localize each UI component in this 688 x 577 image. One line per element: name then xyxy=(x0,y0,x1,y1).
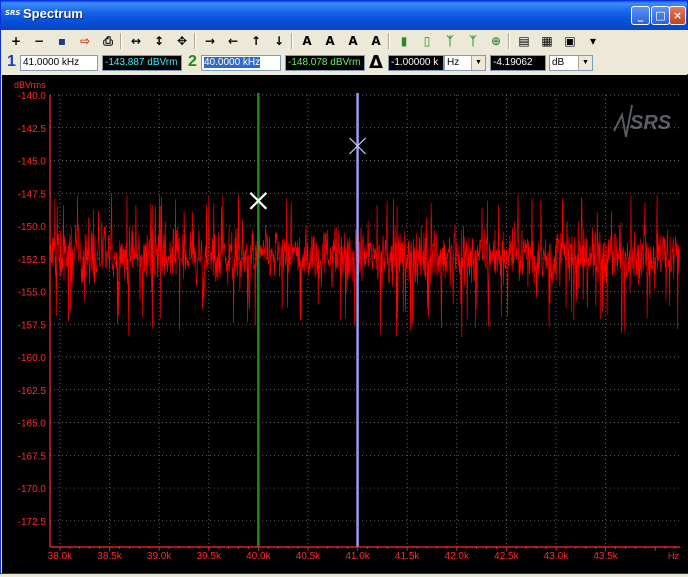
print-icon[interactable]: ⎙ xyxy=(98,32,118,50)
save-icon[interactable]: ▪ xyxy=(52,32,72,50)
y-axis-label: dBVrms xyxy=(14,80,46,90)
srs-watermark-text: SRS xyxy=(630,112,672,134)
x-tick-label: 39.0k xyxy=(147,551,172,562)
toolbar-separator xyxy=(120,33,122,49)
window-title: Spectrum xyxy=(23,6,83,21)
srs-app-icon: SRS xyxy=(5,9,21,17)
fit-all-icon[interactable]: ✥ xyxy=(172,32,192,50)
bar-chart-icon[interactable]: ▮ xyxy=(394,32,414,50)
cursor-readout-bar: 1 41.0000 kHz -143.887 dBVrm 2 40.0000 k… xyxy=(2,52,688,74)
y-tick-label: -157.5 xyxy=(18,320,47,331)
cursor1-number: 1 xyxy=(7,53,16,70)
zoom-in-tool[interactable]: + xyxy=(6,32,26,50)
marker-right-icon[interactable]: ᛉ xyxy=(463,32,483,50)
spectrum-plot[interactable]: 38.0k 38.5k 39.0k 39.5k 40.0k 40.5k 41.0k 41.5k… xyxy=(2,75,688,573)
spectrum-window: SRS Spectrum _ □ × + − ▪ ⇨ ⎙ ↔ ↕ ✥ → ← ↑ ↓ A A A A ▮ ▯ ᛉ ᛉ ⊕… xyxy=(0,0,688,574)
y-tick-label: -172.5 xyxy=(18,517,47,528)
pan-left-icon[interactable]: ← xyxy=(223,32,243,50)
more-dropdown-icon[interactable]: ▾ xyxy=(583,32,603,50)
title-bar[interactable]: SRS Spectrum _ □ × xyxy=(1,1,687,30)
cursor2-frequency-text: 40.0000 kHz xyxy=(204,57,261,68)
copy-icon[interactable]: ▤ xyxy=(514,32,534,50)
x-tick-label: 41.5k xyxy=(395,551,420,562)
x-tick-label: 40.0k xyxy=(246,551,271,562)
table-icon[interactable]: ▦ xyxy=(537,32,557,50)
delta-frequency-unit-select[interactable]: Hz ▼ xyxy=(444,55,486,71)
y-tick-label: -150.0 xyxy=(18,222,47,233)
cursor1-level-readout: -143.887 dBVrm xyxy=(102,55,182,71)
x-tick-label: 38.5k xyxy=(97,551,122,562)
pan-right-icon[interactable]: → xyxy=(200,32,220,50)
maximize-button[interactable]: □ xyxy=(651,6,670,25)
plot-grid xyxy=(50,94,680,547)
export-icon[interactable]: ⇨ xyxy=(75,32,95,50)
fit-vertical-icon[interactable]: ↕ xyxy=(149,32,169,50)
peak-a-icon[interactable]: A xyxy=(343,32,363,50)
y-tick-label: -167.5 xyxy=(18,451,47,462)
y-tick-label: -152.5 xyxy=(18,255,47,266)
y-tick-label: -145.0 xyxy=(18,157,47,168)
srs-watermark: SRS xyxy=(613,104,672,138)
spectrum-trace xyxy=(49,193,681,338)
plot-axes xyxy=(49,95,680,551)
cursor2-number: 2 xyxy=(188,53,197,70)
x-tick-label: 40.5k xyxy=(296,551,321,562)
delta-frequency-unit: Hz xyxy=(447,57,460,68)
cursor2-level-readout: -148.078 dBVrm xyxy=(285,55,365,71)
y-tick-label: -162.5 xyxy=(18,386,47,397)
pan-down-icon[interactable]: ↓ xyxy=(269,32,289,50)
x-tick-label: 38.0k xyxy=(48,551,73,562)
y-tick-label: -170.0 xyxy=(18,484,47,495)
x-tick-label: 42.0k xyxy=(445,551,470,562)
y-tick-label: -142.5 xyxy=(18,124,47,135)
delta-symbol: Δ xyxy=(369,52,383,73)
minimize-button[interactable]: _ xyxy=(631,6,650,25)
zoom-out-tool[interactable]: − xyxy=(29,32,49,50)
cursor-b-icon[interactable]: A xyxy=(320,32,340,50)
x-tick-label: 42.5k xyxy=(494,551,519,562)
delta-frequency-readout: -1.00000 k xyxy=(388,55,444,71)
toolbar-separator xyxy=(388,33,390,49)
toolbar-separator xyxy=(194,33,196,49)
y-tick-label: -160.0 xyxy=(18,353,47,364)
tick-labels: 38.0k 38.5k 39.0k 39.5k 40.0k 40.5k 41.0k 41.5k… xyxy=(18,91,619,562)
toolbar-separator xyxy=(291,33,293,49)
y-tick-label: -147.5 xyxy=(18,189,47,200)
y-tick-label: -140.0 xyxy=(18,91,47,102)
pan-up-icon[interactable]: ↑ xyxy=(246,32,266,50)
x-tick-label: 39.5k xyxy=(197,551,222,562)
chevron-down-icon: ▼ xyxy=(578,56,592,70)
target-icon[interactable]: ⊕ xyxy=(486,32,506,50)
delta-level-readout: -4.19062 xyxy=(490,55,546,71)
x-tick-label: 41.0k xyxy=(345,551,370,562)
x-axis-label: Hz xyxy=(668,551,679,561)
cursor1-frequency-field[interactable]: 41.0000 kHz xyxy=(20,55,98,71)
peak-b-icon[interactable]: A xyxy=(366,32,386,50)
chevron-down-icon: ▼ xyxy=(471,56,485,70)
cursor2-frequency-field[interactable]: 40.0000 kHz xyxy=(201,55,281,71)
toolbar-separator xyxy=(508,33,510,49)
delta-level-unit: dB xyxy=(552,57,565,68)
bar-chart-log-icon[interactable]: ▯ xyxy=(417,32,437,50)
y-tick-label: -165.0 xyxy=(18,419,47,430)
calculator-icon[interactable]: ▣ xyxy=(560,32,580,50)
x-tick-label: 43.0k xyxy=(544,551,569,562)
close-button[interactable]: × xyxy=(669,6,686,25)
cursor-a-icon[interactable]: A xyxy=(297,32,317,50)
toolbar: + − ▪ ⇨ ⎙ ↔ ↕ ✥ → ← ↑ ↓ A A A A ▮ ▯ ᛉ ᛉ ⊕ ▤ ▦ ▣ ▾ xyxy=(2,30,688,52)
x-tick-label: 43.5k xyxy=(593,551,618,562)
fit-horizontal-icon[interactable]: ↔ xyxy=(126,32,146,50)
y-tick-label: -155.0 xyxy=(18,288,47,299)
spectrum-chart[interactable]: 38.0k 38.5k 39.0k 39.5k 40.0k 40.5k 41.0k 41.5k… xyxy=(2,75,688,573)
delta-level-unit-select[interactable]: dB ▼ xyxy=(549,55,593,71)
spectrum-noise-trace xyxy=(49,193,681,338)
marker-left-icon[interactable]: ᛉ xyxy=(440,32,460,50)
